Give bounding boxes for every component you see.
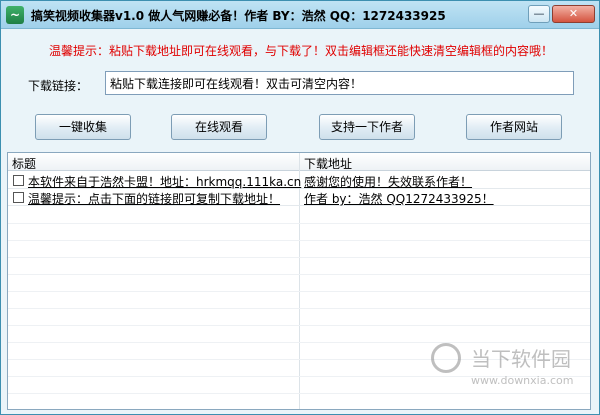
watch-online-button[interactable]: 在线观看 bbox=[171, 114, 267, 140]
grid-line bbox=[8, 257, 590, 258]
grid-line bbox=[8, 274, 590, 275]
watermark-url: www.downxia.com bbox=[471, 374, 574, 387]
app-window: ~ 搞笑视频收集器v1.0 做人气网赚必备！作者 BY：浩然 QQ：127243… bbox=[0, 0, 600, 415]
list-row[interactable]: 温馨提示：点击下面的链接即可复制下载地址！ 作者 by：浩然 QQ1272433… bbox=[8, 189, 590, 206]
title-bar[interactable]: ~ 搞笑视频收集器v1.0 做人气网赚必备！作者 BY：浩然 QQ：127243… bbox=[1, 1, 599, 29]
watermark: 当下软件园 www.downxia.com bbox=[431, 341, 591, 401]
list-row[interactable]: 本软件来自于浩然卡盟！地址：hrkmqq.111ka.cn 感谢您的使用！失效联… bbox=[8, 172, 590, 189]
watermark-logo-icon bbox=[431, 343, 461, 373]
column-header-title[interactable]: 标题 bbox=[12, 155, 36, 172]
grid-line bbox=[8, 291, 590, 292]
watermark-name: 当下软件园 bbox=[471, 347, 571, 371]
minimize-button[interactable]: — bbox=[528, 5, 550, 23]
row-url[interactable]: 感谢您的使用！失效联系作者！ bbox=[304, 173, 472, 190]
window-title: 搞笑视频收集器v1.0 做人气网赚必备！作者 BY：浩然 QQ：12724339… bbox=[31, 9, 446, 23]
column-header-url[interactable]: 下载地址 bbox=[304, 155, 352, 172]
grid-line bbox=[8, 325, 590, 326]
row-checkbox[interactable] bbox=[13, 175, 24, 186]
app-logo-icon: ~ bbox=[6, 6, 24, 24]
grid-line bbox=[8, 223, 590, 224]
row-checkbox[interactable] bbox=[13, 192, 24, 203]
grid-line bbox=[8, 240, 590, 241]
collect-button[interactable]: 一键收集 bbox=[35, 114, 131, 140]
author-site-button[interactable]: 作者网站 bbox=[466, 114, 562, 140]
row-title[interactable]: 本软件来自于浩然卡盟！地址：hrkmqq.111ka.cn bbox=[28, 173, 301, 190]
support-author-button[interactable]: 支持一下作者 bbox=[319, 114, 415, 140]
grid-line bbox=[8, 308, 590, 309]
row-title[interactable]: 温馨提示：点击下面的链接即可复制下载地址！ bbox=[28, 190, 280, 207]
row-url[interactable]: 作者 by：浩然 QQ1272433925！ bbox=[304, 190, 494, 207]
close-button[interactable]: ✕ bbox=[552, 5, 595, 23]
warning-message: 温馨提示：粘贴下载地址即可在线观看，与下载了！双击编辑框还能快速清空编辑框的内容… bbox=[49, 44, 554, 58]
download-link-input[interactable] bbox=[105, 71, 574, 95]
download-link-label: 下载链接： bbox=[28, 79, 89, 93]
